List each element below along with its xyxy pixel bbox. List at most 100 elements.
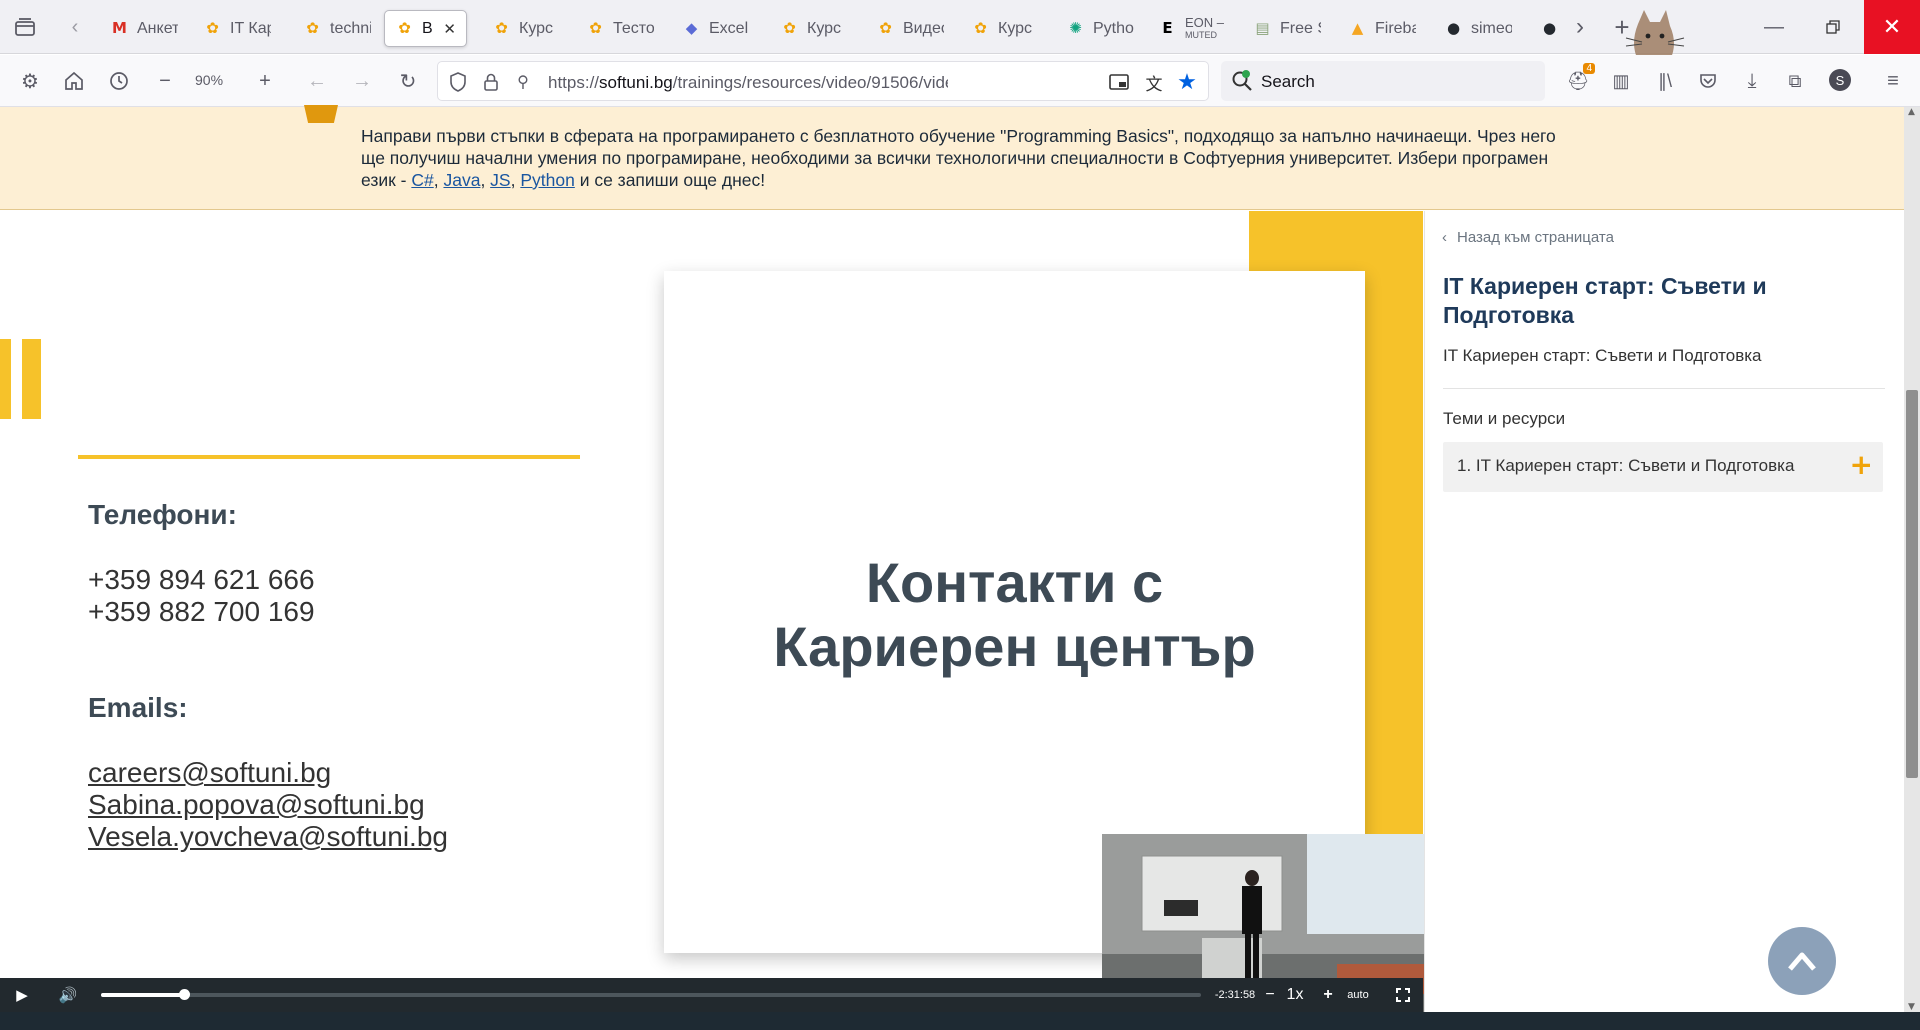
banner-line-1: Направи първи стъпки в сферата на програ…	[361, 126, 1556, 146]
scroll-tabs-left-icon[interactable]: ‹	[62, 12, 88, 42]
back-arrow-icon[interactable]: ←	[302, 66, 332, 96]
reload-icon[interactable]: ↻	[393, 66, 423, 96]
resources-heading: Теми и ресурси	[1443, 409, 1566, 428]
banner-line-3-suffix: и се запиши още днес!	[574, 170, 766, 190]
tab-label: Pytho	[1093, 19, 1134, 37]
tab-label: EON – MUTED	[1185, 17, 1224, 41]
url-bar[interactable]: ⚲ https://softuni.bg/trainings/resources…	[437, 61, 1209, 101]
menu-hamburger-icon[interactable]: ≡	[1878, 66, 1908, 96]
extensions-puzzle-icon[interactable]: ⧉	[1780, 66, 1810, 96]
browser-tab[interactable]: M Анкета	[100, 10, 188, 47]
tab-label-main: EON –	[1185, 16, 1225, 30]
topic-accordion-item[interactable]: 1. IT Кариерен старт: Съвети и Подготовк…	[1443, 442, 1883, 492]
picture-in-picture-icon[interactable]	[1104, 67, 1134, 97]
phones-label: Телефони:	[88, 499, 237, 530]
browser-tab[interactable]: ✿ Курс	[961, 10, 1049, 47]
expand-plus-icon[interactable]: +	[1850, 448, 1873, 481]
slide-title-line-2: Кариерен център	[773, 615, 1256, 678]
tab-label: simeo	[1471, 19, 1512, 37]
downloads-icon[interactable]: ⤓	[1737, 66, 1767, 96]
close-window-button[interactable]: ✕	[1864, 0, 1920, 54]
slide-underline	[78, 455, 580, 459]
fullscreen-icon[interactable]	[1393, 978, 1413, 1012]
home-icon[interactable]	[59, 66, 89, 96]
pocket-icon[interactable]	[1693, 66, 1723, 96]
github-icon: ●	[1446, 19, 1461, 37]
warning-icon	[304, 105, 338, 123]
extension-badge-icon[interactable]: ⛑ 4	[1563, 63, 1595, 96]
close-tab-icon[interactable]: ✕	[443, 20, 456, 38]
csharp-link[interactable]: C#	[411, 170, 433, 190]
speed-down-button[interactable]: −	[1262, 978, 1278, 1012]
quality-selector[interactable]: auto	[1343, 978, 1373, 1012]
scroll-up-arrow-icon[interactable]: ▲	[1908, 107, 1915, 117]
java-link[interactable]: Java	[443, 170, 480, 190]
permissions-icon[interactable]: ⚲	[508, 67, 538, 97]
browser-tab[interactable]: E EON – MUTED	[1148, 10, 1236, 47]
email-address: Sabina.popova@softuni.bg	[88, 789, 425, 820]
browser-tab[interactable]: ✿ IT Кар	[193, 10, 281, 47]
tab-label: IT Кар	[230, 19, 271, 37]
speed-up-button[interactable]: +	[1320, 978, 1336, 1012]
email-address: careers@softuni.bg	[88, 757, 332, 788]
scroll-tabs-right-icon[interactable]: ›	[1567, 12, 1593, 42]
history-clock-icon[interactable]	[104, 66, 134, 96]
scroll-down-arrow-icon[interactable]: ▼	[1908, 1002, 1915, 1012]
back-link-label: Назад към страницата	[1457, 229, 1614, 246]
browser-tab[interactable]: ✿ Курс	[482, 10, 570, 47]
bookmark-star-icon[interactable]: ★	[1172, 67, 1202, 97]
forward-arrow-icon[interactable]: →	[347, 66, 377, 96]
progress-handle[interactable]	[178, 989, 190, 1000]
play-button[interactable]: ▶	[10, 978, 34, 1012]
browser-tab[interactable]: ✿ Вид ✕	[384, 10, 467, 47]
browser-tab[interactable]: ● simeo	[1434, 10, 1522, 47]
zoom-in-button[interactable]: +	[250, 66, 280, 96]
reader-view-icon[interactable]: ▥	[1606, 66, 1636, 96]
python-link[interactable]: Python	[520, 170, 574, 190]
browser-tab[interactable]: ✿ Курс	[770, 10, 858, 47]
tab-label: Курс	[519, 19, 554, 37]
banner-line-3: език - C#, Java, JS, Python и се запиши …	[361, 169, 1611, 191]
settings-gear-icon[interactable]: ⚙	[15, 66, 45, 96]
page-scrollbar[interactable]: ▲ ▼	[1904, 107, 1920, 1012]
browser-tab[interactable]: ▤ Free S	[1243, 10, 1331, 47]
minimize-button[interactable]: —	[1751, 0, 1797, 54]
browser-tab[interactable]: ✿ Видео	[866, 10, 954, 47]
browser-tab[interactable]: ✿ techni	[293, 10, 381, 47]
tab-muted-label: MUTED	[1185, 29, 1217, 40]
slide-accent-corner	[1249, 211, 1365, 271]
time-remaining: -2:31:58	[1214, 989, 1256, 1001]
browser-tab[interactable]: ▲ Fireba	[1338, 10, 1426, 47]
browser-tab[interactable]: ●	[1530, 10, 1568, 47]
browser-tab[interactable]: ◆ Excel	[672, 10, 760, 47]
tab-label: Анкета	[137, 19, 178, 37]
restore-button[interactable]	[1810, 0, 1856, 54]
volume-icon[interactable]: 🔊	[56, 978, 80, 1012]
search-input[interactable]: Search	[1221, 61, 1545, 101]
slide-accent-bar-left	[0, 339, 11, 419]
shield-icon[interactable]	[443, 67, 473, 97]
progress-fill	[101, 993, 184, 997]
progress-bar[interactable]	[101, 989, 1201, 1000]
banner-line-3-prefix: език -	[361, 170, 412, 190]
js-link[interactable]: JS	[490, 170, 510, 190]
lock-icon[interactable]	[476, 67, 506, 97]
softuni-icon: ✿	[879, 19, 892, 37]
programming-basics-banner: Направи първи стъпки в сферата на програ…	[0, 105, 1904, 210]
playback-speed[interactable]: 1x	[1282, 978, 1308, 1012]
browser-tab[interactable]: ✿ Тесто	[576, 10, 664, 47]
softuni-icon: ✿	[495, 19, 508, 37]
zoom-out-button[interactable]: −	[150, 66, 180, 96]
scrollbar-thumb[interactable]	[1906, 390, 1918, 778]
url-text[interactable]: https://softuni.bg/trainings/resources/v…	[548, 73, 948, 93]
profile-avatar[interactable]: S	[1829, 69, 1851, 91]
zoom-level[interactable]: 90%	[195, 72, 223, 88]
translate-icon[interactable]: 文	[1139, 67, 1169, 97]
browser-tab[interactable]: ✺ Pytho	[1056, 10, 1144, 47]
slide-title: Контакти с Кариерен център	[664, 551, 1365, 679]
tab-list-icon[interactable]	[10, 12, 40, 42]
library-icon[interactable]: ∥\	[1650, 66, 1680, 96]
back-to-page-link[interactable]: ‹ Назад към страницата	[1442, 229, 1614, 246]
emails-label: Emails:	[88, 692, 188, 723]
scroll-to-top-button[interactable]	[1768, 927, 1836, 995]
